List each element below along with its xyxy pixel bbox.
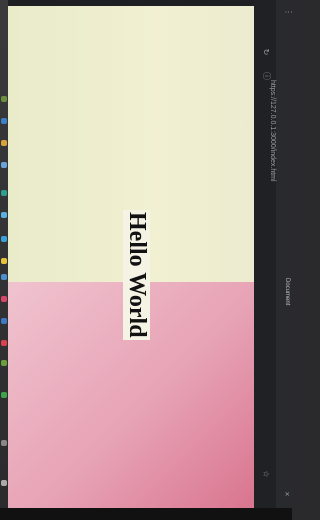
app-icon[interactable] (1, 480, 7, 486)
app-icon[interactable] (1, 392, 7, 398)
app-icon[interactable] (1, 212, 7, 218)
app-icon[interactable] (1, 340, 7, 346)
app-icon[interactable] (1, 296, 7, 302)
info-icon[interactable]: ⓘ (262, 72, 271, 80)
app-icon[interactable] (1, 162, 7, 168)
star-icon[interactable]: ☆ (262, 470, 271, 477)
dock (0, 0, 8, 520)
app-icon[interactable] (1, 190, 7, 196)
app-icon[interactable] (1, 96, 7, 102)
app-icon[interactable] (1, 236, 7, 242)
page-heading: Hello World (123, 210, 150, 340)
reload-icon[interactable]: ↻ (261, 49, 270, 56)
close-icon[interactable]: × (282, 492, 291, 497)
app-icon[interactable] (1, 360, 7, 366)
tab-title[interactable]: Document (284, 278, 290, 305)
menu-icon[interactable]: ⋮ (284, 8, 293, 16)
app-icon[interactable] (1, 140, 7, 146)
browser-chrome (254, 0, 292, 520)
app-icon[interactable] (1, 440, 7, 446)
app-icon[interactable] (1, 318, 7, 324)
monitor-screen: Hello World ↻ ⓘ https://127.0.0.1:3000/i… (0, 0, 293, 520)
app-icon[interactable] (1, 118, 7, 124)
address-bar[interactable]: https://127.0.0.1:3000/index.html (269, 80, 276, 182)
app-icon[interactable] (1, 274, 7, 280)
tab-strip[interactable] (276, 0, 292, 520)
app-icon[interactable] (1, 258, 7, 264)
monitor-bezel (0, 508, 292, 520)
